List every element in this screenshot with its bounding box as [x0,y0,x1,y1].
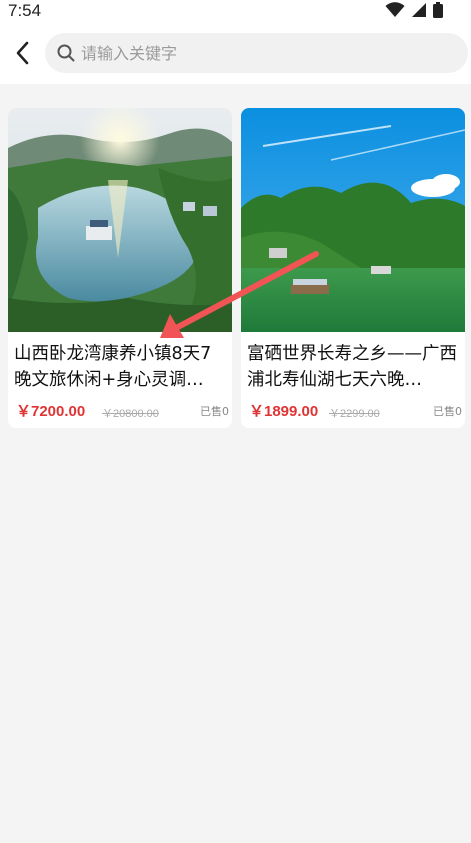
status-time: 7:54 [8,1,42,20]
price: ￥7200.00 [16,403,86,420]
search-input[interactable] [81,33,451,73]
product-image-lake-town[interactable] [8,108,232,332]
sold-count: 已售0 [200,405,229,418]
status-bar: 7:54 [0,0,471,22]
chevron-left-icon [16,41,29,65]
header [0,22,471,84]
search-icon [57,44,75,62]
battery-icon [433,2,443,18]
product-card[interactable]: 富硒世界长寿之乡——广西浦北寿仙湖七天六晚… ￥1899.00 ￥2299.00… [241,108,465,428]
sold-count: 已售0 [433,405,462,418]
original-price: ￥20800.00 [102,408,159,420]
product-title[interactable]: 山西卧龙湾康养小镇8天7晚文旅休闲+身心灵调… [14,341,228,393]
signal-icon [412,3,426,17]
price: ￥1899.00 [249,403,319,420]
back-button[interactable] [8,36,36,70]
wifi-icon [385,2,405,17]
original-price: ￥2299.00 [329,408,380,420]
product-card[interactable]: 山西卧龙湾康养小镇8天7晚文旅休闲+身心灵调… ￥7200.00 ￥20800.… [8,108,232,428]
product-image-lake-pavilion[interactable] [241,108,465,332]
product-grid: 山西卧龙湾康养小镇8天7晚文旅休闲+身心灵调… ￥7200.00 ￥20800.… [0,84,471,843]
search-box[interactable] [45,33,468,73]
product-title[interactable]: 富硒世界长寿之乡——广西浦北寿仙湖七天六晚… [247,341,461,393]
